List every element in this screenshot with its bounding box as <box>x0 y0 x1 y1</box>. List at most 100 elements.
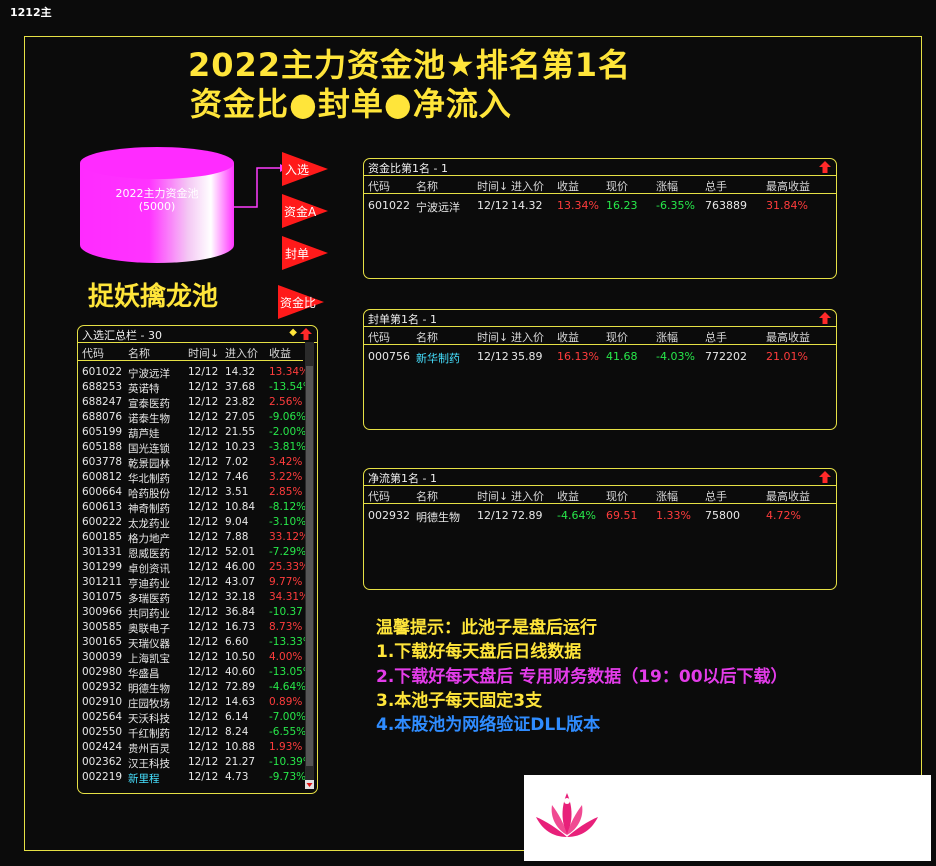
list-item[interactable]: 688247 宣泰医药 12/12 23.82 2.56% <box>78 396 308 411</box>
list-item[interactable]: 301299 卓创资讯 12/12 46.00 25.33% <box>78 561 308 576</box>
col-header[interactable]: 代码 <box>368 329 390 345</box>
col-header[interactable]: 总手 <box>705 178 727 194</box>
list-item[interactable]: 688076 诺泰生物 12/12 27.05 -9.06% <box>78 411 308 426</box>
col-header[interactable]: 进入价 <box>511 329 544 345</box>
list-item[interactable]: 601022 宁波远洋 12/12 14.32 13.34% <box>78 366 308 381</box>
col-header[interactable]: 进入价 <box>511 178 544 194</box>
list-item[interactable]: 002910 庄园牧场 12/12 14.63 0.89% <box>78 696 308 711</box>
cell-change: -6.35% <box>656 199 695 212</box>
list-item[interactable]: 605199 葫芦娃 12/12 21.55 -2.00% <box>78 426 308 441</box>
arrow-up-icon[interactable] <box>819 471 831 483</box>
flag-seal-order[interactable]: 封单 <box>282 236 328 270</box>
list-item[interactable]: 002219 新里程 12/12 4.73 -9.73% <box>78 771 308 786</box>
col-header[interactable]: 时间↓ <box>188 345 219 361</box>
col-header[interactable]: 涨幅 <box>656 178 678 194</box>
list-item[interactable]: 605188 国光连锁 12/12 10.23 -3.81% <box>78 441 308 456</box>
list-item[interactable]: 600222 太龙药业 12/12 9.04 -3.10% <box>78 516 308 531</box>
cell-ret: 4.00% <box>269 651 303 663</box>
list-item[interactable]: 301331 恩威医药 12/12 52.01 -7.29% <box>78 546 308 561</box>
col-header[interactable]: 最高收益 <box>766 488 810 504</box>
list-item[interactable]: 300039 上海凯宝 12/12 10.50 4.00% <box>78 651 308 666</box>
panel-title: 封单第1名 - 1 <box>368 313 437 326</box>
cell-time: 12/12 <box>477 199 509 212</box>
cell-time: 12/12 <box>188 456 219 468</box>
col-header[interactable]: 收益 <box>557 178 579 194</box>
cell-code: 002980 <box>82 666 123 678</box>
list-item[interactable]: 603778 乾景园林 12/12 7.02 3.42% <box>78 456 308 471</box>
list-item[interactable]: 600664 哈药股份 12/12 3.51 2.85% <box>78 486 308 501</box>
col-header[interactable]: 代码 <box>368 178 390 194</box>
cell-code: 002564 <box>82 711 123 723</box>
list-item[interactable]: 002932 明德生物 12/12 72.89 -4.64% <box>78 681 308 696</box>
col-header[interactable]: 收益 <box>269 345 291 361</box>
cell-time: 12/12 <box>188 576 219 588</box>
cell-code: 688253 <box>82 381 123 393</box>
col-header[interactable]: 代码 <box>368 488 390 504</box>
cell-price: 10.50 <box>225 651 256 663</box>
lotus-logo-icon <box>536 793 598 837</box>
cell-price: 35.89 <box>511 350 543 363</box>
scrollbar[interactable] <box>305 342 314 789</box>
col-header[interactable]: 名称 <box>416 178 438 194</box>
cell-volume: 75800 <box>705 509 740 522</box>
cell-name: 明德生物 <box>128 683 170 695</box>
arrow-up-icon[interactable] <box>819 312 831 324</box>
list-item[interactable]: 300966 共同药业 12/12 36.84 -10.37 <box>78 606 308 621</box>
list-item[interactable]: 002362 汉王科技 12/12 21.27 -10.39% <box>78 756 308 771</box>
col-header[interactable]: 收益 <box>557 329 579 345</box>
list-item[interactable]: 688253 英诺特 12/12 37.68 -13.54% <box>78 381 308 396</box>
cell-ret: 2.85% <box>269 486 303 498</box>
col-header[interactable]: 名称 <box>128 345 150 361</box>
arrow-up-icon[interactable] <box>819 161 831 173</box>
col-header[interactable]: 进入价 <box>511 488 544 504</box>
col-header[interactable]: 名称 <box>416 329 438 345</box>
col-header[interactable]: 涨幅 <box>656 329 678 345</box>
col-header[interactable]: 进入价 <box>225 345 258 361</box>
cell-code: 601022 <box>82 366 123 378</box>
list-item[interactable]: 600812 华北制药 12/12 7.46 3.22% <box>78 471 308 486</box>
cell-code: 000756 <box>368 350 410 363</box>
scroll-down-icon[interactable] <box>305 780 314 789</box>
list-item[interactable]: 002980 华盛昌 12/12 40.60 -13.05% <box>78 666 308 681</box>
col-header[interactable]: 代码 <box>82 345 104 361</box>
col-header[interactable]: 最高收益 <box>766 178 810 194</box>
col-header[interactable]: 总手 <box>705 329 727 345</box>
cell-ret: -10.37 <box>269 606 303 618</box>
col-header[interactable]: 现价 <box>606 178 628 194</box>
col-header[interactable]: 现价 <box>606 488 628 504</box>
cell-name: 千红制药 <box>128 728 170 740</box>
flag-label: 入选 <box>285 163 310 177</box>
col-header[interactable]: 涨幅 <box>656 488 678 504</box>
cell-time: 12/12 <box>188 426 219 438</box>
cell-price: 3.51 <box>225 486 249 498</box>
flag-fund-a[interactable]: 资金A <box>282 194 328 228</box>
diamond-icon[interactable]: ◆ <box>289 327 297 338</box>
list-item[interactable]: 301075 多瑞医药 12/12 32.18 34.31% <box>78 591 308 606</box>
list-item[interactable]: 300585 奥联电子 12/12 16.73 8.73% <box>78 621 308 636</box>
cell-name: 多瑞医药 <box>128 593 170 605</box>
cell-ret: 9.77% <box>269 576 303 588</box>
list-item[interactable]: 300165 天瑞仪器 12/12 6.60 -13.33% <box>78 636 308 651</box>
flag-fund-ratio[interactable]: 资金比 <box>278 285 324 319</box>
arrow-up-icon[interactable] <box>300 328 312 340</box>
flag-selected[interactable]: 入选 <box>282 152 328 186</box>
cell-code: 688076 <box>82 411 123 423</box>
list-item[interactable]: 600185 格力地产 12/12 7.88 33.12% <box>78 531 308 546</box>
scrollbar-thumb[interactable] <box>306 366 313 766</box>
col-header[interactable]: 时间↓ <box>477 488 508 504</box>
tip-item-1: 1.下载好每天盘后日线数据 <box>376 642 582 662</box>
cell-price: 21.27 <box>225 756 256 768</box>
list-item[interactable]: 301211 亨迪药业 12/12 43.07 9.77% <box>78 576 308 591</box>
col-header[interactable]: 现价 <box>606 329 628 345</box>
col-header[interactable]: 名称 <box>416 488 438 504</box>
col-header[interactable]: 收益 <box>557 488 579 504</box>
col-header[interactable]: 时间↓ <box>477 178 508 194</box>
list-item[interactable]: 002550 千红制药 12/12 8.24 -6.55% <box>78 726 308 741</box>
col-header[interactable]: 总手 <box>705 488 727 504</box>
col-header[interactable]: 最高收益 <box>766 329 810 345</box>
list-item[interactable]: 002424 贵州百灵 12/12 10.88 1.93% <box>78 741 308 756</box>
list-item[interactable]: 002564 天沃科技 12/12 6.14 -7.00% <box>78 711 308 726</box>
col-header[interactable]: 时间↓ <box>477 329 508 345</box>
cell-time: 12/12 <box>188 471 219 483</box>
list-item[interactable]: 600613 神奇制药 12/12 10.84 -8.12% <box>78 501 308 516</box>
